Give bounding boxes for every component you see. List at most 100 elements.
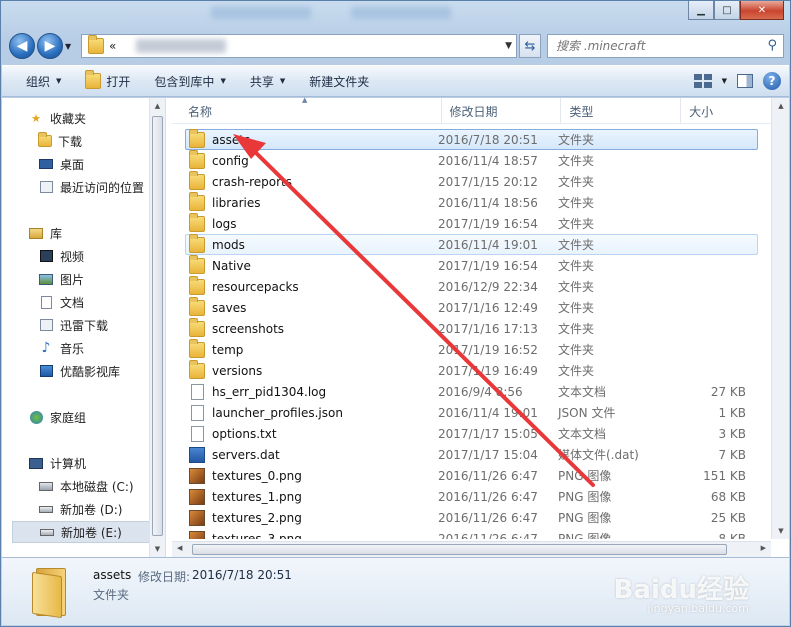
- scroll-down-icon[interactable]: ▼: [772, 523, 790, 539]
- main-content: ★ 收藏夹 下载 桌面 最近访问的位置 库 视频 图片 文档 迅雷下载 ♪ 音乐…: [2, 96, 789, 557]
- sidebar-item-drive-e[interactable]: 新加卷 (E:): [12, 521, 150, 543]
- help-icon[interactable]: ?: [763, 72, 781, 90]
- minimize-button[interactable]: ▁: [688, 1, 714, 20]
- scroll-left-icon[interactable]: ◀: [177, 544, 182, 552]
- organize-button[interactable]: 组织 ▼: [2, 69, 73, 93]
- horizontal-scrollbar[interactable]: ◀ ▶: [172, 541, 771, 557]
- include-in-library-label: 包含到库中: [154, 74, 215, 89]
- open-button[interactable]: 打开: [73, 69, 142, 93]
- file-name-cell: logs: [186, 212, 438, 232]
- file-name-cell: crash-reports: [186, 170, 438, 190]
- file-row[interactable]: textures_1.png 2016/11/26 6:47 PNG 图像 68 KB: [185, 486, 758, 507]
- sidebar-item-label: 迅雷下载: [60, 318, 109, 333]
- file-size-cell: 68 KB: [710, 489, 746, 504]
- file-list-scrollbar[interactable]: ▲ ▼: [771, 98, 789, 539]
- file-date-cell: 2016/11/26 6:47: [438, 510, 538, 525]
- search-icon[interactable]: ⚲: [767, 38, 777, 53]
- back-button[interactable]: ◀: [9, 33, 35, 59]
- change-view-icon[interactable]: [693, 74, 712, 88]
- file-name: textures_2.png: [212, 510, 302, 525]
- scroll-right-icon[interactable]: ▶: [761, 544, 766, 552]
- column-header-date[interactable]: 修改日期: [442, 98, 562, 124]
- file-row[interactable]: config 2016/11/4 18:57 文件夹: [185, 149, 758, 171]
- column-header-name[interactable]: ▲ 名称: [172, 96, 442, 124]
- details-pane: assets 修改日期: 2016/7/18 20:51 文件夹 Baidu经验…: [2, 557, 789, 625]
- file-row[interactable]: logs 2017/1/19 16:54 文件夹: [185, 212, 758, 234]
- address-dropdown-icon[interactable]: ▼: [505, 41, 512, 51]
- view-options-chevron-icon[interactable]: ▼: [722, 77, 727, 85]
- file-row[interactable]: launcher_profiles.json 2016/11/4 19:01 JSO…: [185, 402, 758, 423]
- sidebar-item-label: 库: [50, 226, 63, 241]
- file-name-cell: mods: [186, 233, 438, 253]
- file-row[interactable]: mods 2016/11/4 19:01 文件夹: [185, 233, 758, 255]
- file-date-cell: 2017/1/17 15:04: [438, 447, 538, 462]
- file-row[interactable]: textures_2.png 2016/11/26 6:47 PNG 图像 25 KB: [185, 507, 758, 528]
- png-image-icon: [189, 488, 205, 505]
- file-row[interactable]: textures_0.png 2016/11/26 6:47 PNG 图像 151 K…: [185, 465, 758, 486]
- file-row[interactable]: assets 2016/7/18 20:51 文件夹: [185, 129, 758, 150]
- file-row[interactable]: saves 2017/1/16 12:49 文件夹: [185, 296, 758, 318]
- document-icon: [191, 425, 204, 442]
- details-item-type: 文件夹: [93, 588, 130, 602]
- document-icon: [191, 383, 204, 400]
- file-name-cell: textures_2.png: [186, 509, 438, 526]
- sidebar-scrollbar[interactable]: ▲ ▼: [149, 98, 165, 557]
- watermark-brand: Baidu经验: [613, 575, 749, 605]
- refresh-button[interactable]: ⇆: [519, 34, 541, 58]
- file-date-cell: 2017/1/19 16:54: [438, 258, 538, 273]
- include-in-library-button[interactable]: 包含到库中 ▼: [142, 69, 237, 93]
- horizontal-scroll-thumb[interactable]: [192, 544, 727, 555]
- blurred-path: [136, 39, 227, 53]
- scroll-up-icon[interactable]: ▲: [772, 98, 790, 114]
- new-folder-button[interactable]: 新建文件夹: [297, 69, 381, 93]
- organize-label: 组织: [26, 74, 51, 89]
- file-type-cell: JSON 文件: [558, 406, 616, 420]
- scroll-thumb[interactable]: [152, 116, 163, 536]
- close-button[interactable]: ✕: [740, 1, 784, 20]
- caption-buttons: ▁ □ ✕: [688, 1, 784, 21]
- computer-icon: [28, 455, 44, 471]
- recent-pages-dropdown[interactable]: ▼: [65, 42, 77, 51]
- file-size-cell: 151 KB: [703, 468, 746, 483]
- column-header-size[interactable]: 大小: [681, 98, 771, 124]
- details-item-name: assets: [93, 568, 132, 582]
- file-size-cell: 7 KB: [718, 447, 746, 462]
- sidebar-item-label: 图片: [60, 272, 85, 287]
- address-bar[interactable]: « ▼: [81, 34, 517, 58]
- scroll-down-icon[interactable]: ▼: [150, 541, 165, 557]
- file-type-cell: 媒体文件(.dat): [558, 448, 639, 462]
- file-type-cell: PNG 图像: [558, 469, 612, 483]
- preview-pane-icon[interactable]: [737, 74, 753, 88]
- file-row[interactable]: temp 2017/1/19 16:52 文件夹: [185, 338, 758, 360]
- file-row[interactable]: crash-reports 2017/1/15 20:12 文件夹: [185, 170, 758, 192]
- file-row[interactable]: servers.dat 2017/1/17 15:04 媒体文件(.dat) 7 KB: [185, 444, 758, 465]
- file-row[interactable]: hs_err_pid1304.log 2016/9/4 8:56 文本文档 27 KB: [185, 381, 758, 402]
- file-row[interactable]: screenshots 2017/1/16 17:13 文件夹: [185, 317, 758, 339]
- file-size-cell: 27 KB: [710, 384, 746, 399]
- music-icon: ♪: [41, 340, 51, 356]
- png-image-icon: [189, 509, 205, 526]
- file-row[interactable]: Native 2017/1/19 16:54 文件夹: [185, 254, 758, 276]
- forward-button[interactable]: ▶: [37, 33, 63, 59]
- toolbar-right: ▼ ?: [693, 72, 781, 90]
- scroll-up-icon[interactable]: ▲: [150, 98, 165, 114]
- search-input[interactable]: [556, 39, 756, 53]
- file-row[interactable]: options.txt 2017/1/17 15:05 文本文档 3 KB: [185, 423, 758, 444]
- column-header-type[interactable]: 类型: [561, 98, 682, 124]
- column-header-label: 类型: [569, 104, 594, 119]
- file-type-cell: 文件夹: [558, 175, 595, 189]
- folder-icon: [189, 338, 205, 358]
- file-name: mods: [212, 237, 245, 252]
- address-prefix: «: [109, 39, 117, 53]
- sidebar-item-label: 计算机: [50, 456, 87, 471]
- file-name-cell: resourcepacks: [186, 275, 438, 295]
- file-row[interactable]: libraries 2016/11/4 18:56 文件夹: [185, 191, 758, 213]
- file-row[interactable]: resourcepacks 2016/12/9 22:34 文件夹: [185, 275, 758, 297]
- maximize-button[interactable]: □: [714, 1, 740, 20]
- file-row[interactable]: versions 2017/1/19 16:49 文件夹: [185, 359, 758, 381]
- details-modified-label: 修改日期:: [138, 570, 191, 584]
- file-row[interactable]: textures_3.png 2016/11/26 6:47 PNG 图像 8 KB: [185, 528, 758, 539]
- share-button[interactable]: 共享 ▼: [238, 69, 297, 93]
- video-icon: [38, 248, 54, 264]
- search-box[interactable]: ⚲: [547, 34, 784, 58]
